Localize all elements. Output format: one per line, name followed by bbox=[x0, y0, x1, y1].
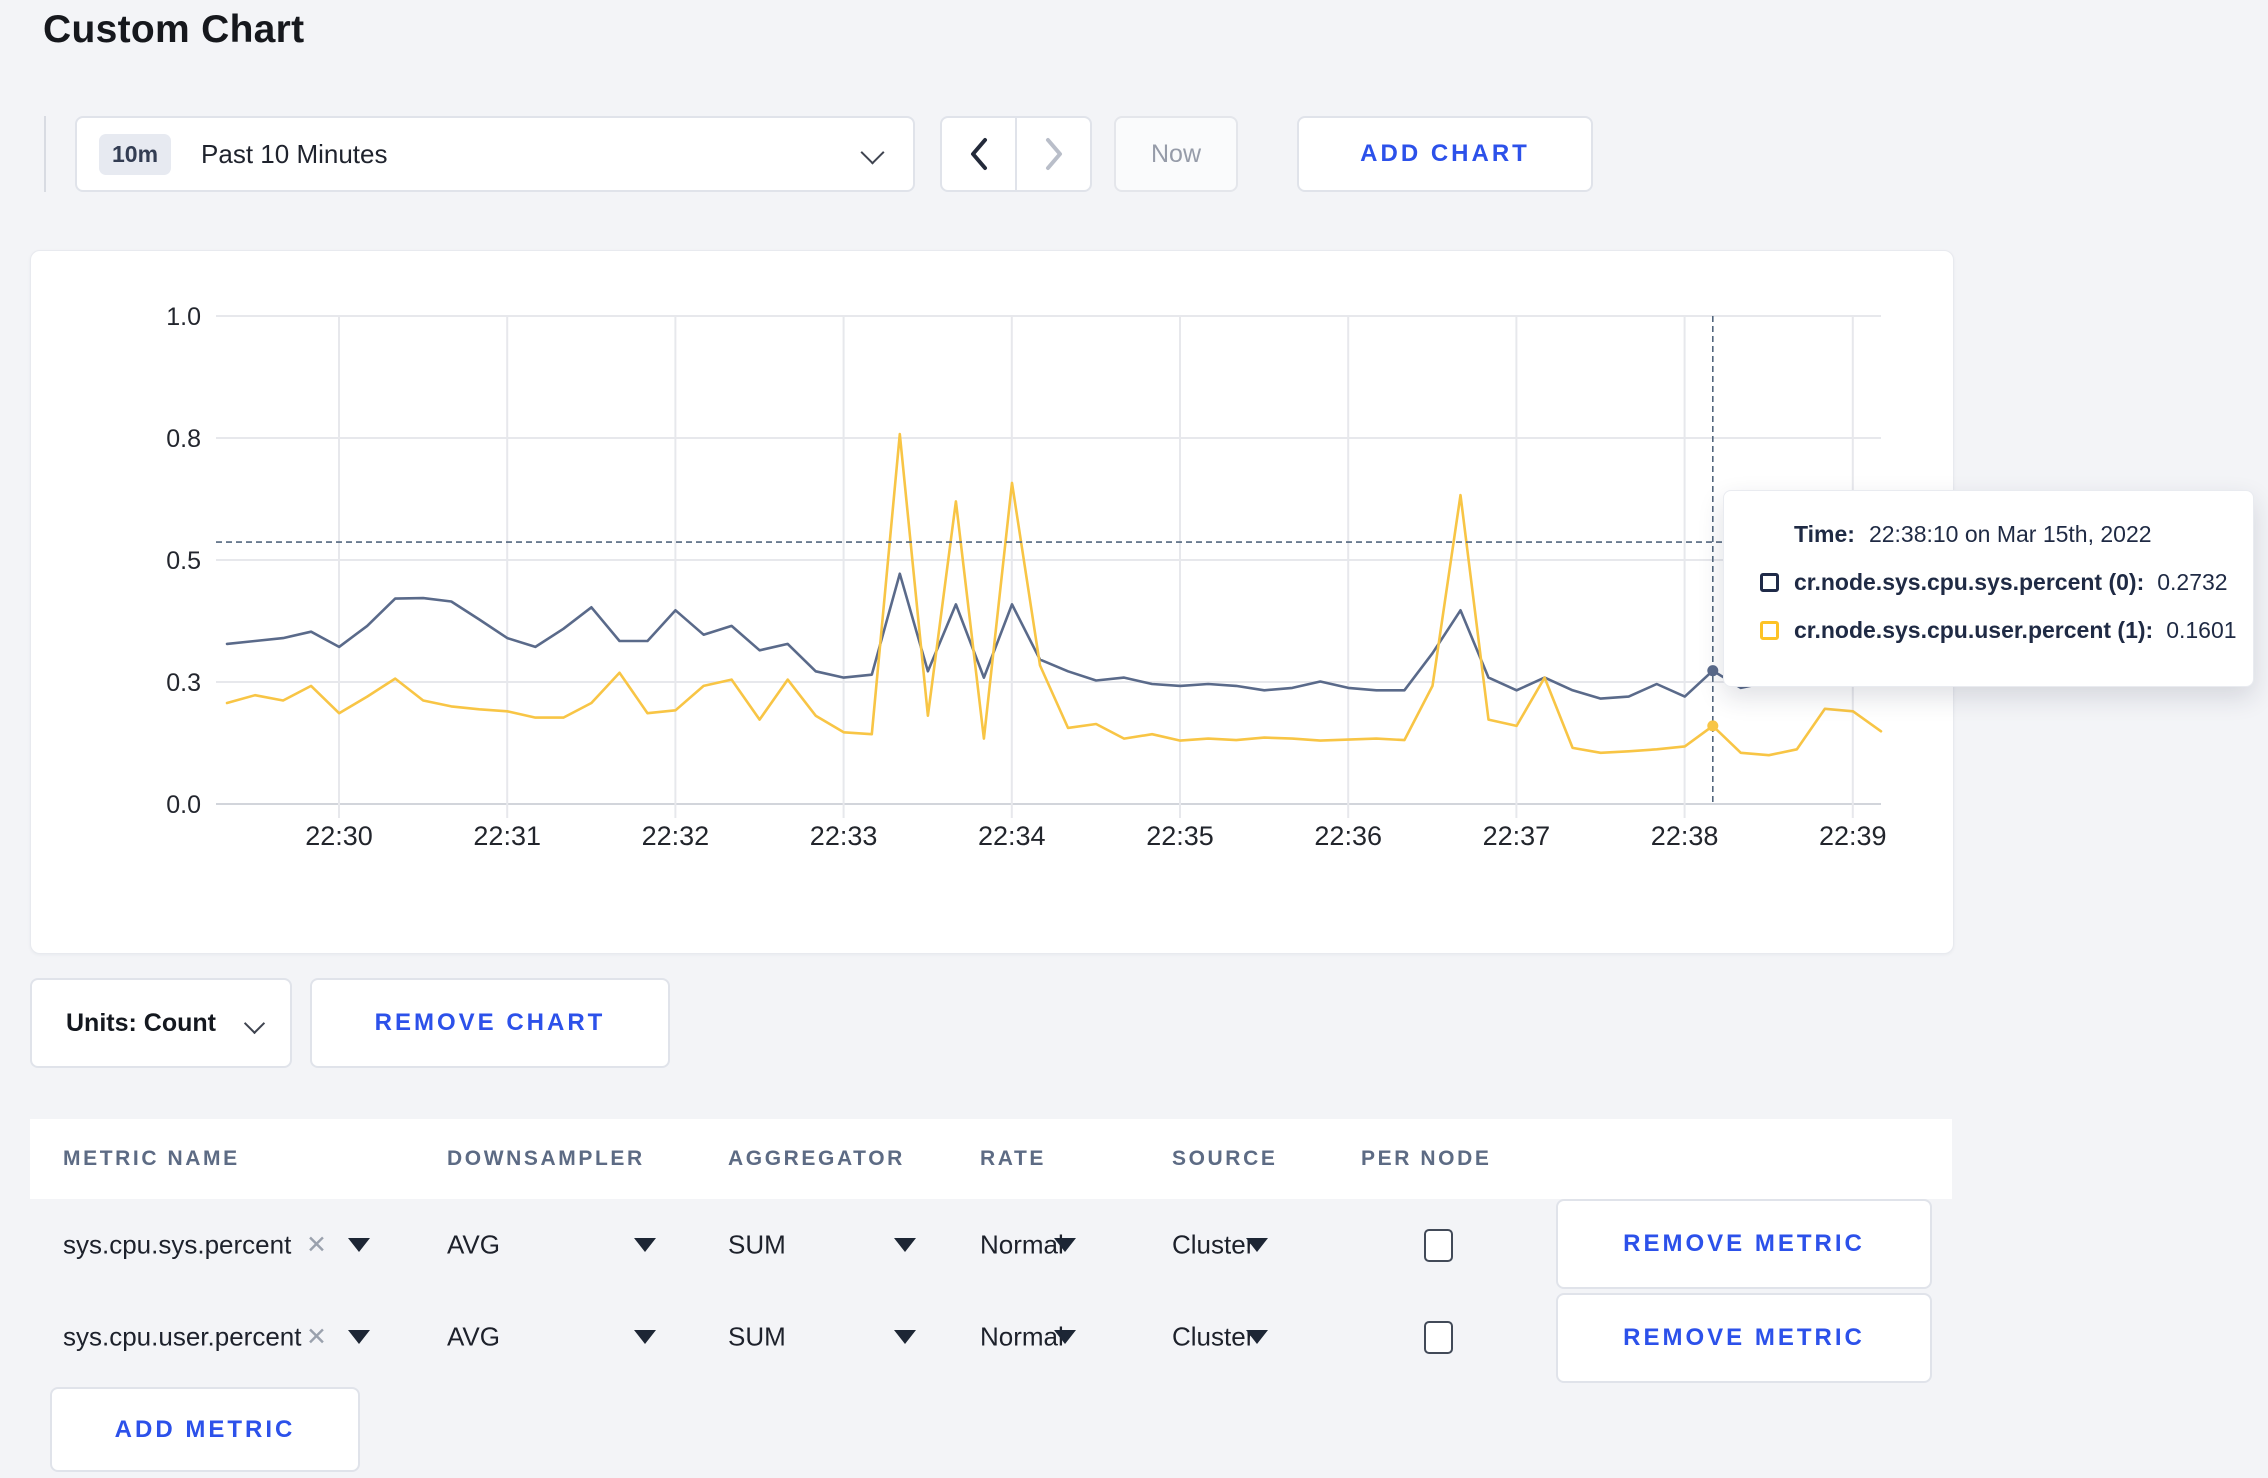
remove-metric-name-icon[interactable]: ✕ bbox=[306, 1230, 327, 1260]
x-axis-tick-label: 22:30 bbox=[305, 821, 373, 851]
metric-name-value: sys.cpu.user.percent bbox=[63, 1321, 302, 1352]
tooltip-series-value: 0.2732 bbox=[2157, 569, 2228, 595]
y-axis-tick-label: 0.5 bbox=[166, 547, 201, 575]
hover-point-dot bbox=[1707, 720, 1719, 732]
remove-metric-name-icon[interactable]: ✕ bbox=[306, 1322, 327, 1352]
aggregator-caret-icon[interactable] bbox=[894, 1330, 916, 1344]
add-metric-button[interactable]: ADD METRIC bbox=[50, 1387, 360, 1472]
chevron-left-icon bbox=[970, 138, 987, 170]
remove-metric-button[interactable]: REMOVE METRIC bbox=[1556, 1199, 1932, 1289]
x-axis-tick-label: 22:32 bbox=[642, 821, 710, 851]
remove-metric-button[interactable]: REMOVE METRIC bbox=[1556, 1293, 1932, 1383]
source-caret-icon[interactable] bbox=[1246, 1238, 1268, 1252]
x-axis-tick-label: 22:34 bbox=[978, 821, 1046, 851]
column-header-rate: RATE bbox=[980, 1147, 1047, 1170]
source-value[interactable]: Cluster bbox=[1172, 1230, 1254, 1261]
hover-point-dot bbox=[1707, 665, 1719, 677]
downsampler-value[interactable]: AVG bbox=[447, 1322, 500, 1353]
tooltip-time-row: Time: 22:38:10 on Mar 15th, 2022 bbox=[1760, 521, 2253, 548]
chevron-down-icon bbox=[860, 140, 885, 165]
source-caret-icon[interactable] bbox=[1246, 1330, 1268, 1344]
rate-value[interactable]: Normal bbox=[980, 1230, 1064, 1261]
y-axis-tick-label: 0.8 bbox=[166, 425, 201, 453]
units-select[interactable]: Units: Count bbox=[30, 978, 292, 1068]
downsampler-value[interactable]: AVG bbox=[447, 1230, 500, 1261]
x-axis-tick-label: 22:35 bbox=[1146, 821, 1214, 851]
column-header-downsampler: DOWNSAMPLER bbox=[447, 1147, 645, 1170]
aggregator-value[interactable]: SUM bbox=[728, 1230, 786, 1261]
y-axis-tick-label: 0.0 bbox=[166, 791, 201, 819]
rate-caret-icon[interactable] bbox=[1054, 1238, 1076, 1252]
aggregator-caret-icon[interactable] bbox=[894, 1238, 916, 1252]
series-line bbox=[225, 432, 1883, 757]
source-value[interactable]: Cluster bbox=[1172, 1322, 1254, 1353]
x-axis-tick-label: 22:39 bbox=[1819, 821, 1887, 851]
metric-name-value: sys.cpu.sys.percent bbox=[63, 1229, 292, 1260]
tooltip-series-value: 0.1601 bbox=[2166, 617, 2237, 643]
aggregator-value[interactable]: SUM bbox=[728, 1322, 786, 1353]
remove-chart-button[interactable]: REMOVE CHART bbox=[310, 978, 670, 1068]
x-axis-tick-label: 22:38 bbox=[1651, 821, 1719, 851]
per-node-checkbox[interactable] bbox=[1424, 1229, 1453, 1262]
add-chart-button[interactable]: ADD CHART bbox=[1297, 116, 1593, 192]
time-window-select[interactable]: 10m Past 10 Minutes bbox=[75, 116, 915, 192]
series-line bbox=[225, 572, 1883, 700]
tooltip-series-row: cr.node.sys.cpu.user.percent (1): 0.1601 bbox=[1760, 617, 2253, 644]
tooltip-time-value: 22:38:10 on Mar 15th, 2022 bbox=[1868, 521, 2152, 547]
rate-caret-icon[interactable] bbox=[1054, 1330, 1076, 1344]
x-axis-tick-label: 22:37 bbox=[1483, 821, 1551, 851]
x-axis-tick-label: 22:36 bbox=[1314, 821, 1382, 851]
series-swatch-icon bbox=[1760, 573, 1779, 592]
column-header-per-node: PER NODE bbox=[1361, 1147, 1492, 1170]
metrics-table-header: METRIC NAME DOWNSAMPLER AGGREGATOR RATE SOUR… bbox=[30, 1119, 1952, 1199]
y-axis-tick-label: 0.3 bbox=[166, 669, 201, 697]
tooltip-series-name: cr.node.sys.cpu.user.percent (1): bbox=[1794, 617, 2154, 643]
per-node-checkbox[interactable] bbox=[1424, 1321, 1453, 1354]
units-select-label: Units: Count bbox=[66, 1008, 216, 1037]
now-button[interactable]: Now bbox=[1114, 116, 1238, 192]
timeseries-chart[interactable]: 0.0 0.3 0.5 0.8 1.0 22:30 22:31 22:32 22:33 22:34… bbox=[31, 251, 1953, 953]
time-pager bbox=[940, 116, 1092, 192]
column-header-source: SOURCE bbox=[1172, 1147, 1278, 1170]
column-header-aggregator: AGGREGATOR bbox=[728, 1147, 905, 1170]
tooltip-series-name: cr.node.sys.cpu.sys.percent (0): bbox=[1794, 569, 2145, 595]
chevron-down-icon bbox=[243, 1012, 266, 1035]
chart-card: 0.0 0.3 0.5 0.8 1.0 22:30 22:31 22:32 22:33 22:34… bbox=[30, 250, 1954, 954]
column-header-metric-name: METRIC NAME bbox=[63, 1147, 240, 1170]
tooltip-time-label: Time: bbox=[1794, 521, 1855, 547]
downsampler-caret-icon[interactable] bbox=[634, 1238, 656, 1252]
time-window-label: Past 10 Minutes bbox=[201, 138, 388, 169]
page-title: Custom Chart bbox=[43, 8, 305, 51]
downsampler-caret-icon[interactable] bbox=[634, 1330, 656, 1344]
toolbar-left-rail bbox=[44, 116, 46, 192]
metric-name-dropdown-caret-icon[interactable] bbox=[348, 1238, 370, 1252]
x-axis-tick-label: 22:33 bbox=[810, 821, 878, 851]
x-axis-tick-label: 22:31 bbox=[473, 821, 541, 851]
chart-hover-tooltip: Time: 22:38:10 on Mar 15th, 2022 cr.node.… bbox=[1723, 490, 2254, 687]
y-axis-tick-label: 1.0 bbox=[166, 303, 201, 331]
prev-timewindow-button[interactable] bbox=[942, 118, 1015, 190]
rate-value[interactable]: Normal bbox=[980, 1322, 1064, 1353]
chevron-right-icon bbox=[1045, 138, 1062, 170]
series-swatch-icon bbox=[1760, 621, 1779, 640]
next-timewindow-button[interactable] bbox=[1017, 118, 1090, 190]
metric-name-dropdown-caret-icon[interactable] bbox=[348, 1330, 370, 1344]
time-window-badge: 10m bbox=[99, 133, 172, 175]
tooltip-series-row: cr.node.sys.cpu.sys.percent (0): 0.2732 bbox=[1760, 569, 2253, 596]
